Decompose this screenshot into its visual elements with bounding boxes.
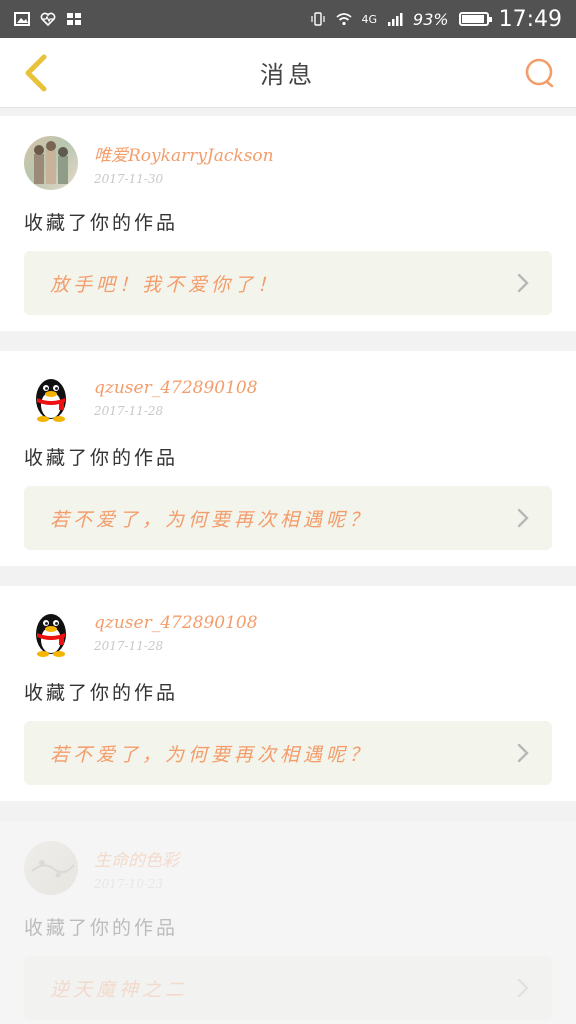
message-card: qzuser_472890108 2017-11-28 收藏了你的作品 若不爱了… [0,351,576,566]
message-date: 2017-11-28 [94,404,164,418]
user-row[interactable]: 唯爱RoykarryJackson 2017-11-30 [24,136,552,190]
signal-icon [388,13,403,26]
battery-icon [458,12,492,26]
penguin-avatar-icon [36,379,66,422]
message-date: 2017-11-28 [94,639,164,653]
clock: 17:49 [498,6,562,32]
message-card: 唯爱RoykarryJackson 2017-11-30 收藏了你的作品 放手吧… [0,116,576,331]
user-row[interactable]: qzuser_472890108 2017-11-28 [24,371,552,425]
status-bar: 4G 93% 17:49 [0,0,576,38]
message-date: 2017-10-23 [94,876,164,891]
action-text: 收藏了你的作品 [24,212,179,234]
user-row[interactable]: qzuser_472890108 2017-11-28 [24,606,552,660]
chevron-right-icon [517,273,529,293]
photo-avatar-icon [31,860,75,878]
work-title: 放手吧！我不爱你了！ [50,273,281,296]
vibrate-icon [310,12,325,26]
work-link[interactable]: 放手吧！我不爱你了！ [24,251,552,315]
work-title: 若不爱了，为何要再次相遇呢？ [50,743,373,766]
message-date: 2017-11-30 [94,171,164,186]
work-title: 若不爱了，为何要再次相遇呢？ [50,508,373,531]
photo-avatar-icon [34,141,68,184]
chevron-right-icon [517,978,529,998]
network-type: 4G [361,12,378,26]
heart-rate-notification-icon [40,12,56,26]
action-text: 收藏了你的作品 [24,682,179,704]
avatar[interactable] [24,841,78,895]
avatar[interactable] [24,371,78,425]
chevron-left-icon [25,54,47,91]
wifi-icon [335,13,352,26]
work-link[interactable]: 若不爱了，为何要再次相遇呢？ [24,486,552,550]
username[interactable]: qzuser_472890108 [94,613,258,633]
action-text: 收藏了你的作品 [24,917,179,939]
penguin-avatar-icon [36,614,66,657]
user-row[interactable]: 生命的色彩 2017-10-23 [24,841,552,895]
search-icon [525,58,554,87]
username[interactable]: 生命的色彩 [94,846,179,871]
message-list: 唯爱RoykarryJackson 2017-11-30 收藏了你的作品 放手吧… [0,116,576,1024]
action-text: 收藏了你的作品 [24,447,179,469]
chevron-right-icon [517,508,529,528]
status-notifications [14,12,82,26]
page-title: 消息 [260,61,316,89]
status-indicators: 4G 93% 17:49 [310,6,562,32]
apps-notification-icon [67,13,81,25]
message-card: qzuser_472890108 2017-11-28 收藏了你的作品 若不爱了… [0,586,576,801]
work-link[interactable]: 若不爱了，为何要再次相遇呢？ [24,721,552,785]
avatar[interactable] [24,606,78,660]
nav-bar: 消息 [0,38,576,108]
work-link[interactable]: 逆天魔神之二 [24,956,552,1020]
gallery-notification-icon [14,12,30,26]
username[interactable]: 唯爱RoykarryJackson [94,141,274,166]
battery-percent: 93% [413,9,449,29]
back-button[interactable] [16,53,56,93]
avatar[interactable] [24,136,78,190]
username[interactable]: qzuser_472890108 [94,378,258,398]
search-button[interactable] [520,53,560,93]
work-title: 逆天魔神之二 [50,978,189,1001]
chevron-right-icon [517,743,529,763]
message-card: 生命的色彩 2017-10-23 收藏了你的作品 逆天魔神之二 [0,821,576,1024]
